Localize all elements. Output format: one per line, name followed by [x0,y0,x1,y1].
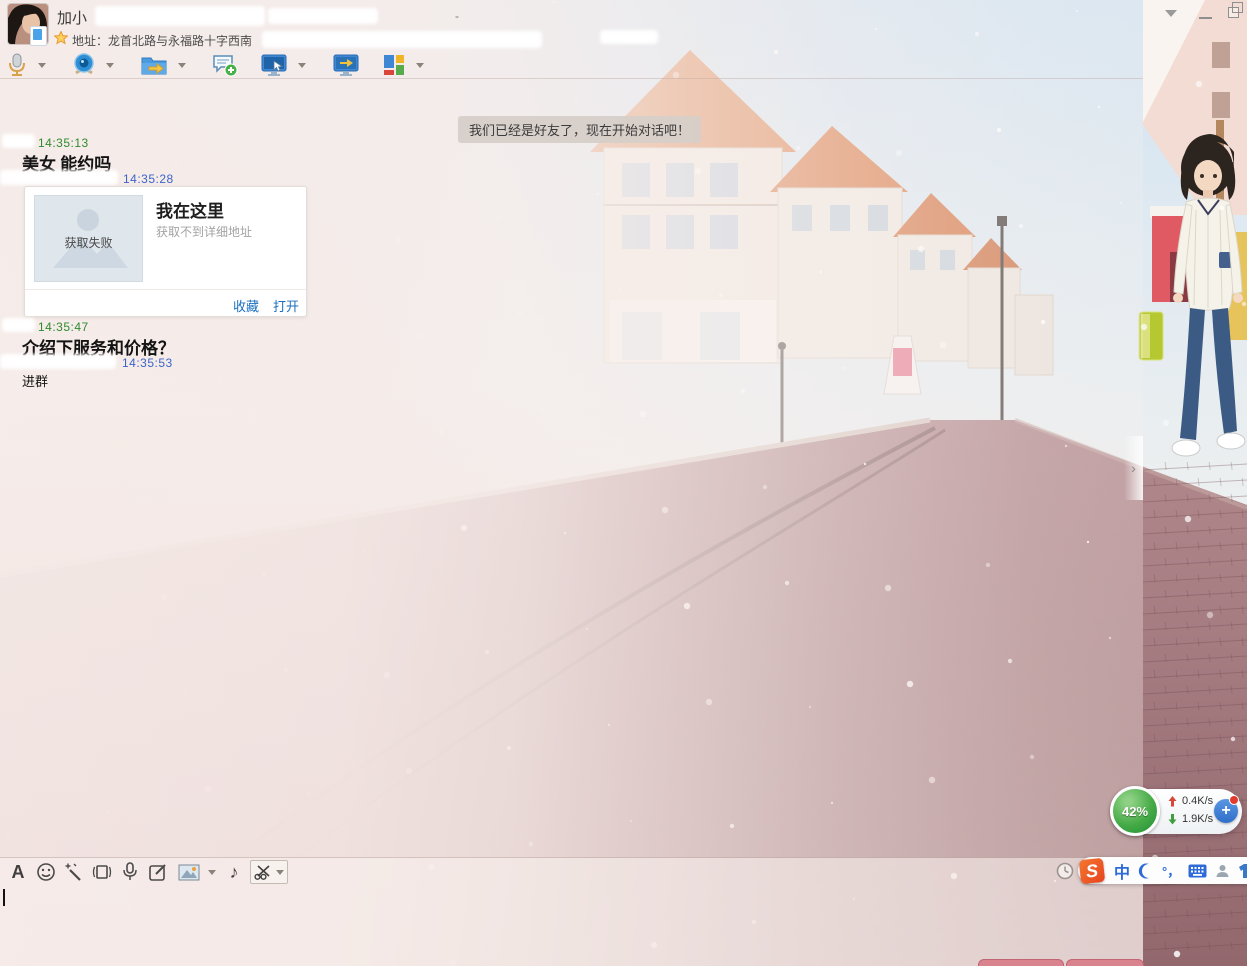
ime-toolbar: S 中 °， [1078,857,1247,884]
send-file-button[interactable] [138,52,170,78]
blur-remnant-dash: - [455,9,459,23]
download-arrow-icon [1168,814,1177,825]
screen-share-icon [332,53,360,77]
screenshot-button[interactable] [250,860,288,884]
apps-icon [382,53,406,77]
screen-share-button[interactable] [330,52,362,78]
blur-patch [262,31,542,48]
send-button[interactable] [1066,959,1144,966]
location-card-title: 我在这里 [156,197,224,222]
message-timestamp: 14:35:13 [38,136,89,150]
doodle-button[interactable] [146,861,170,883]
voice-call-button[interactable] [4,52,30,78]
window-menu-chevron-icon[interactable] [1165,10,1177,17]
magic-expression-icon [64,862,84,882]
image-icon [178,864,200,881]
music-button[interactable]: ♪ [222,861,246,883]
create-group-chat-button[interactable] [210,52,240,78]
location-share-card[interactable]: 获取失败 我在这里 获取不到详细地址 收藏 打开 [24,186,307,317]
remote-desktop-button[interactable] [258,52,290,78]
blur-sender-name [0,170,118,185]
blur-sender-name [2,318,35,332]
chat-window: 加小 地址：龙首北路与永福路十字西南 - [0,0,1247,966]
chevron-right-icon: › [1131,460,1136,476]
upload-arrow-icon [1168,796,1177,807]
send-file-dropdown[interactable] [178,63,186,68]
punctuation-toggle[interactable]: °， [1162,861,1180,880]
blur-patch [268,8,378,24]
header-divider [0,78,1143,79]
voice-call-dropdown[interactable] [38,63,46,68]
voice-call-icon [6,53,28,77]
blur-sender-name [2,134,35,148]
system-message: 我们已经是好友了，现在开始对话吧！ [458,116,701,143]
message-timestamp: 14:35:47 [38,320,89,334]
apps-dropdown[interactable] [416,63,424,68]
half-moon-icon[interactable] [1138,863,1154,879]
soft-keyboard-icon[interactable] [1188,864,1207,878]
message-timestamp: 14:35:53 [122,356,173,370]
screenshot-dropdown[interactable] [276,870,284,875]
location-thumbnail: 获取失败 [34,195,143,282]
video-call-button[interactable] [70,52,98,78]
doodle-icon [148,862,168,882]
skin-icon[interactable] [1238,863,1247,879]
message-history-clock-icon[interactable] [1056,862,1074,880]
blur-sender-name [0,354,116,369]
panel-collapse-handle[interactable]: › [1124,436,1143,500]
background-wash-bottom [0,0,1143,966]
close-button[interactable] [978,959,1064,966]
open-link[interactable]: 打开 [273,296,299,315]
upload-speed: 0.4K/s [1182,795,1213,807]
editor-toolbar: A [6,860,288,884]
send-file-icon [140,53,168,77]
magic-expression-button[interactable] [62,861,86,883]
account-icon[interactable] [1215,863,1230,878]
message-text: 进群 [22,371,48,390]
image-button[interactable] [174,861,204,883]
screenshot-scissors-icon [254,864,272,880]
window-shake-icon [91,862,113,882]
remote-desktop-icon [260,53,288,77]
voice-message-button[interactable] [118,861,142,883]
chat-toolbar [4,51,434,79]
net-percent-badge: 42% [1110,786,1160,836]
emoji-button[interactable] [34,861,58,883]
message-timestamp: 14:35:28 [123,172,174,186]
location-card-subtitle: 获取不到详细地址 [156,223,252,240]
video-call-dropdown[interactable] [106,63,114,68]
blur-patch [600,30,658,44]
card-divider [25,289,306,290]
favorite-link[interactable]: 收藏 [233,296,259,315]
location-error-text: 获取失败 [35,234,142,251]
restore-button[interactable] [1228,7,1239,18]
sogou-logo-icon[interactable]: S [1079,857,1105,883]
notification-dot [1229,795,1239,805]
window-shake-button[interactable] [90,861,114,883]
music-icon: ♪ [230,862,239,883]
contact-address: 地址：龙首北路与永福路十字西南 [72,32,252,49]
minimize-button[interactable] [1199,17,1212,19]
video-call-icon [72,53,96,77]
chinese-mode-toggle[interactable]: 中 [1114,859,1130,883]
voice-message-icon [121,862,139,882]
download-speed: 1.9K/s [1182,813,1213,825]
emoji-icon [36,862,56,882]
font-icon: A [12,862,25,883]
blur-patch [95,6,265,26]
network-monitor-widget[interactable]: 42% 0.4K/s 1.9K/s + [1112,789,1242,834]
text-cursor [3,889,5,906]
contact-name: 加小 [57,7,87,28]
create-group-chat-icon [212,53,238,77]
star-icon[interactable] [54,31,68,45]
remote-desktop-dropdown[interactable] [298,63,306,68]
font-button[interactable]: A [6,861,30,883]
image-dropdown[interactable] [208,870,216,875]
mobile-online-badge [30,26,47,46]
apps-button[interactable] [380,52,408,78]
